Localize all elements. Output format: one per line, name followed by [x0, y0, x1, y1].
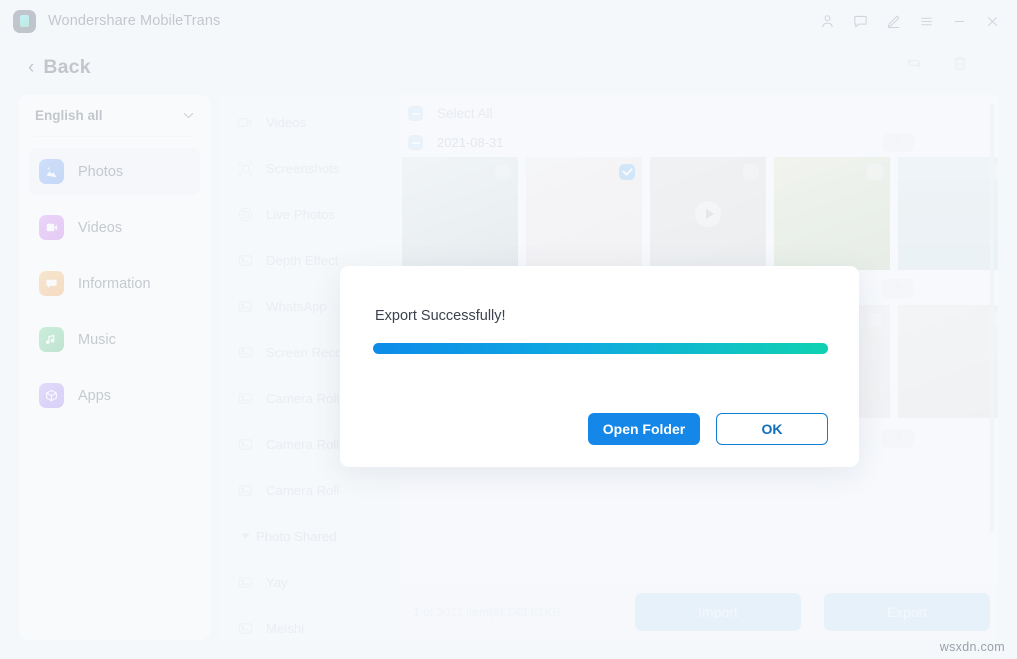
- dialog-message: Export Successfully!: [375, 308, 506, 324]
- export-success-dialog: Export Successfully! Open Folder OK: [340, 266, 859, 467]
- watermark: wsxdn.com: [940, 640, 1005, 654]
- ok-button[interactable]: OK: [716, 413, 828, 445]
- open-folder-button[interactable]: Open Folder: [588, 413, 700, 445]
- dialog-actions: Open Folder OK: [588, 413, 828, 445]
- progress-bar: [373, 343, 828, 354]
- application-window: Wondershare MobileTrans: [0, 0, 1017, 659]
